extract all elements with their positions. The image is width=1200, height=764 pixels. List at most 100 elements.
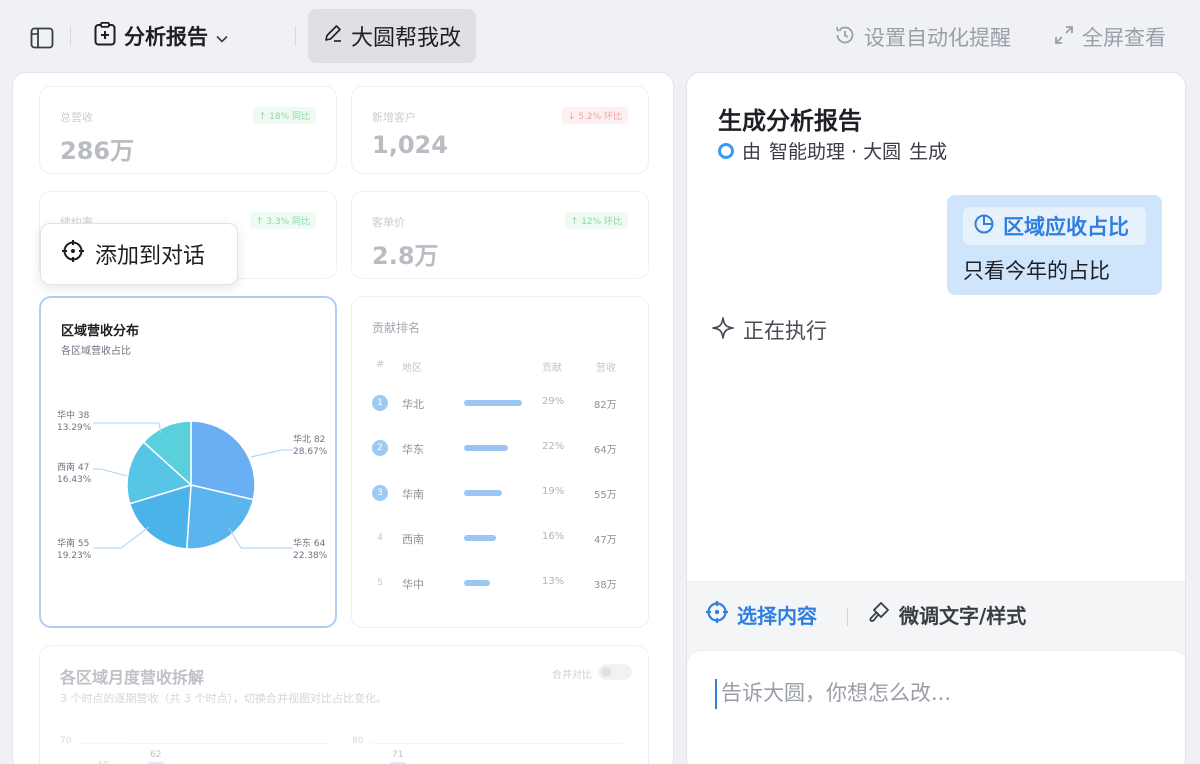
leader-line-huadong [228,527,293,549]
bar-value-label: 62 [150,750,162,760]
rank-region: 华南 [402,488,424,501]
ranking-card[interactable]: 贡献排名 # 地区 贡献 营收 1 华北 29% 82万 2 华东 22% 64万 3 华南 19%… [351,296,649,628]
pie-chart-card[interactable]: 区域营收分布 各区域营收占比 华北 82 28.67% 华东 64 22.38% 华… [39,296,337,628]
monthly-subtitle: 3 个时点的逐期营收（共 3 个时点），切换合并视图对比占比变化。 [60,692,387,705]
status-text: 正在执行 [743,319,827,343]
tweak-style-button[interactable]: 微调文字/样式 [867,600,1026,629]
kpi-card-new-customers[interactable]: 新增客户 1,024 ↓ 5.2% 环比 [351,86,649,174]
user-message-bubble: 区域应收占比 只看今年的占比 [947,195,1162,295]
col-region: 地区 [402,363,422,374]
rank-percent: 19% [542,486,565,497]
ranking-row[interactable]: 5 华中 13% 38万 [352,573,648,593]
ranking-row[interactable]: 1 华北 29% 82万 [352,393,648,413]
ranking-row[interactable]: 4 西南 16% 47万 [352,528,648,548]
edit-button-label: 大圆帮我改 [350,26,461,51]
sparkle-icon [711,316,735,345]
report-title-dropdown[interactable]: 分析报告 [94,20,228,52]
kpi-card-avg-order[interactable]: 客单价 2.8万 ↑ 12% 环比 [351,191,649,279]
chart-title: 区域营收分布 [61,324,140,339]
kpi-label: 新增客户 [372,111,416,124]
chart-subtitle: 各区域营收占比 [61,346,131,357]
contribution-bar [464,535,496,541]
ranking-row[interactable]: 3 华南 19% 55万 [352,483,648,503]
assistant-title: 生成分析报告 [718,107,862,135]
col-rank: # [376,359,385,370]
rank-region: 西南 [402,533,424,546]
byline-suffix: 生成 [909,141,948,163]
trend-badge: ↑ 3.3% 同比 [249,212,316,229]
assistant-status-icon [718,142,734,159]
chip-label: 区域应收占比 [1003,215,1129,239]
pie-label-huazhong: 华中 38 13.29% [57,411,92,433]
assistant-byline: 由 智能助理 · 大圆 生成 [718,137,947,164]
tweak-style-label: 微调文字/样式 [899,604,1027,628]
fullscreen-button[interactable]: 全屏查看 [1054,22,1166,52]
rank-percent: 22% [542,441,565,452]
contribution-bar [464,400,522,406]
leader-line-xinan [93,468,128,477]
rank-region: 华东 [402,443,424,456]
monthly-breakdown-card[interactable]: 各区域月度营收拆解 3 个时点的逐期营收（共 3 个时点），切换合并视图对比占比… [39,645,649,764]
text-caret [715,679,717,709]
kpi-value: 2.8万 [372,242,439,270]
report-add-icon [94,21,116,51]
select-content-button[interactable]: 选择内容 [705,600,817,629]
kpi-value: 1,024 [372,131,448,159]
add-to-chat-label: 添加到对话 [95,244,206,269]
merge-toggle-label: 合并对比 [552,670,592,681]
rank-percent: 13% [542,576,565,587]
clock-icon [834,24,856,51]
kpi-label: 客单价 [372,216,405,229]
pie-label-huanan: 华南 55 19.23% [57,539,92,561]
pie-label-huadong: 华东 64 22.38% [293,539,328,561]
chat-input[interactable]: 告诉大圆，你想怎么改... [687,651,1185,764]
trend-badge: ↑ 12% 环比 [564,212,628,229]
kpi-label: 总营收 [60,111,93,124]
col-contribution: 贡献 [542,363,562,374]
bar-value-label: 59 [98,760,108,764]
chevron-down-icon [216,24,228,48]
rank-number: 4 [372,530,388,546]
report-title: 分析报告 [124,25,208,49]
execution-status: 正在执行 [711,315,827,345]
pie-label-huabei: 华北 82 28.67% [293,435,328,457]
crosshair-icon [705,600,729,629]
select-content-label: 选择内容 [737,604,817,628]
assistant-panel: 生成分析报告 由 智能助理 · 大圆 生成 区域应收占比 只看今年的占比 正在执… [686,72,1186,764]
rank-number: 2 [372,440,388,456]
rank-revenue: 47万 [594,535,617,546]
byline-prefix: 由 [742,141,762,163]
leader-line-huazhong [93,422,162,434]
user-message-text: 只看今年的占比 [963,259,1110,283]
kpi-card-revenue[interactable]: 总营收 286万 ↑ 18% 同比 [39,86,337,174]
chat-input-placeholder: 告诉大圆，你想怎么改... [721,681,952,705]
kpi-value: 286万 [60,137,135,165]
axis-tick: 80 [352,736,364,746]
rank-percent: 16% [542,531,565,542]
contribution-bar [464,580,490,586]
sidebar-toggle-icon[interactable] [28,24,56,52]
tool-divider [847,608,848,626]
add-to-chat-button[interactable]: 添加到对话 [40,223,238,285]
merge-toggle[interactable] [598,664,632,680]
bar-value-label: 71 [392,750,404,760]
pie-label-xinan: 西南 47 16.43% [57,463,92,485]
rank-region: 华北 [402,398,424,411]
trend-badge: ↓ 5.2% 环比 [561,107,628,124]
pie-chart-icon [973,213,995,240]
monthly-title: 各区域月度营收拆解 [60,668,205,687]
col-revenue: 营收 [596,363,616,374]
ranking-row[interactable]: 2 华东 22% 64万 [352,438,648,458]
top-bar: 分析报告 大圆帮我改 设置自动化提醒 全屏查看 [0,0,1200,72]
brush-icon [867,600,891,629]
automation-reminder-button[interactable]: 设置自动化提醒 [834,22,1011,52]
report-canvas: 总营收 286万 ↑ 18% 同比 新增客户 1,024 ↓ 5.2% 环比 续… [12,72,674,764]
contribution-bar [464,445,508,451]
leader-line-huabei [250,449,293,458]
rank-percent: 29% [542,396,565,407]
trend-badge: ↑ 18% 同比 [252,107,316,124]
edit-with-assistant-button[interactable]: 大圆帮我改 [308,9,476,63]
ranking-title: 贡献排名 [372,321,421,335]
context-chip[interactable]: 区域应收占比 [963,207,1146,245]
crosshair-icon [61,239,85,269]
